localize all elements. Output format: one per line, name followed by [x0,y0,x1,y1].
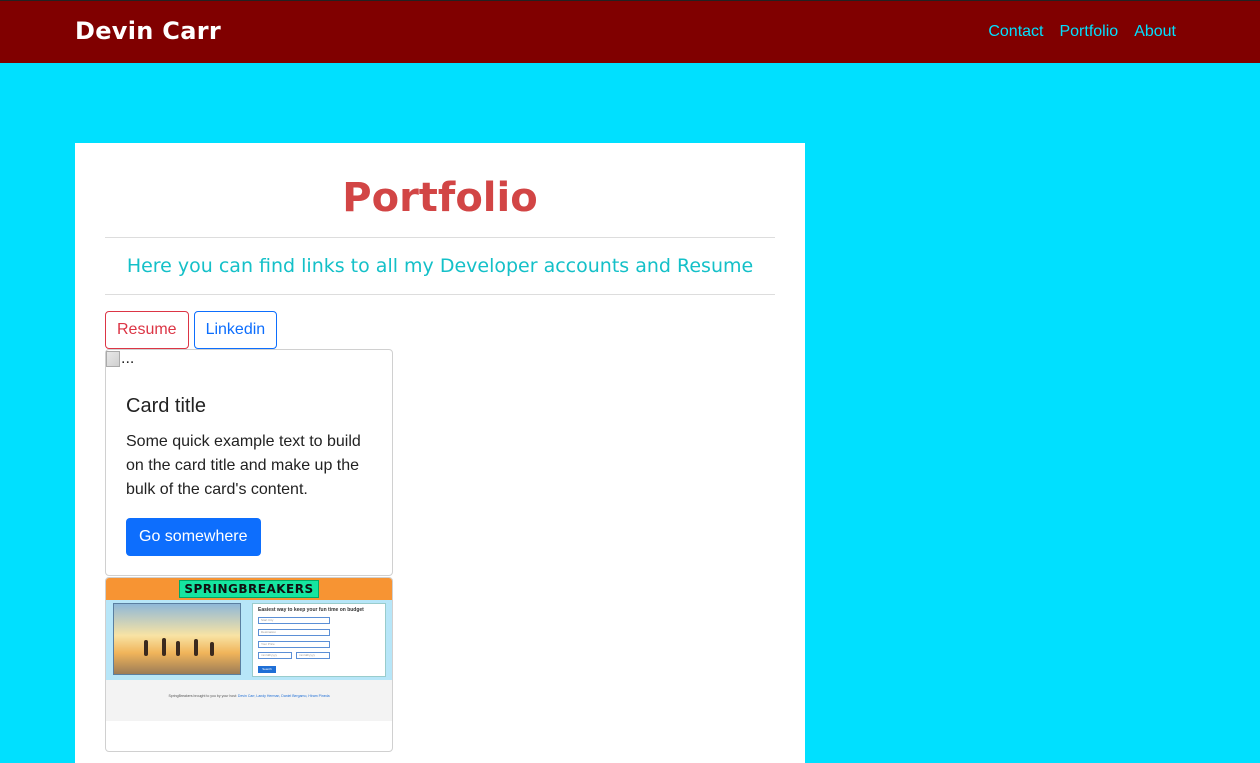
end-date-field: mm/dd/yyyy [296,652,330,659]
beach-photo [113,603,241,675]
nav-link-portfolio[interactable]: Portfolio [1059,23,1118,41]
linkedin-button[interactable]: Linkedin [193,311,278,349]
footer-prefix: SpringBreakers brought to you by your ho… [168,694,237,698]
divider-top [105,237,775,238]
nav-links: Contact Portfolio About [988,23,1176,41]
brand-name[interactable]: Devin Carr [75,17,221,45]
card-image-broken: ... [106,350,134,368]
page-title: Portfolio [342,175,538,221]
portfolio-panel: Portfolio Here you can find links to all… [75,143,805,763]
example-card: ... Card title Some quick example text t… [105,349,393,576]
springbreakers-search-button: Search [258,666,276,673]
springbreakers-footer: SpringBreakers brought to you by your ho… [106,682,392,721]
nav-link-about[interactable]: About [1134,23,1176,41]
springbreakers-project-card[interactable]: SPRINGBREAKERS Easiest way to keep your … [105,577,393,752]
navbar: Devin Carr Contact Portfolio About [0,0,1260,63]
card-image-alt: ... [121,350,135,367]
destination-field: Destination [258,629,330,636]
springbreakers-screenshot: SPRINGBREAKERS Easiest way to keep your … [106,578,392,721]
springbreakers-header: SPRINGBREAKERS [106,578,392,600]
start-city-field: Start City [258,617,330,624]
springbreakers-logo: SPRINGBREAKERS [179,580,319,598]
springbreakers-form: Easiest way to keep your fun time on bud… [252,603,386,677]
account-buttons: Resume Linkedin [105,311,278,349]
springbreakers-form-title: Easiest way to keep your fun time on bud… [258,607,364,613]
start-date-field: mm/dd/yyyy [258,652,292,659]
price-field: Your Price [258,641,330,648]
nav-link-contact[interactable]: Contact [988,23,1043,41]
springbreakers-body: Easiest way to keep your fun time on bud… [106,600,392,680]
card-title: Card title [126,395,207,417]
footer-names: Devin Carr, Landy Herman, Daniel Bergamo… [237,694,330,698]
page-subtitle: Here you can find links to all my Develo… [126,255,754,277]
broken-image-icon [106,351,120,367]
card-text: Some quick example text to build on the … [126,433,361,498]
go-somewhere-button[interactable]: Go somewhere [126,518,261,556]
resume-button[interactable]: Resume [105,311,189,349]
divider-bottom [105,294,775,295]
